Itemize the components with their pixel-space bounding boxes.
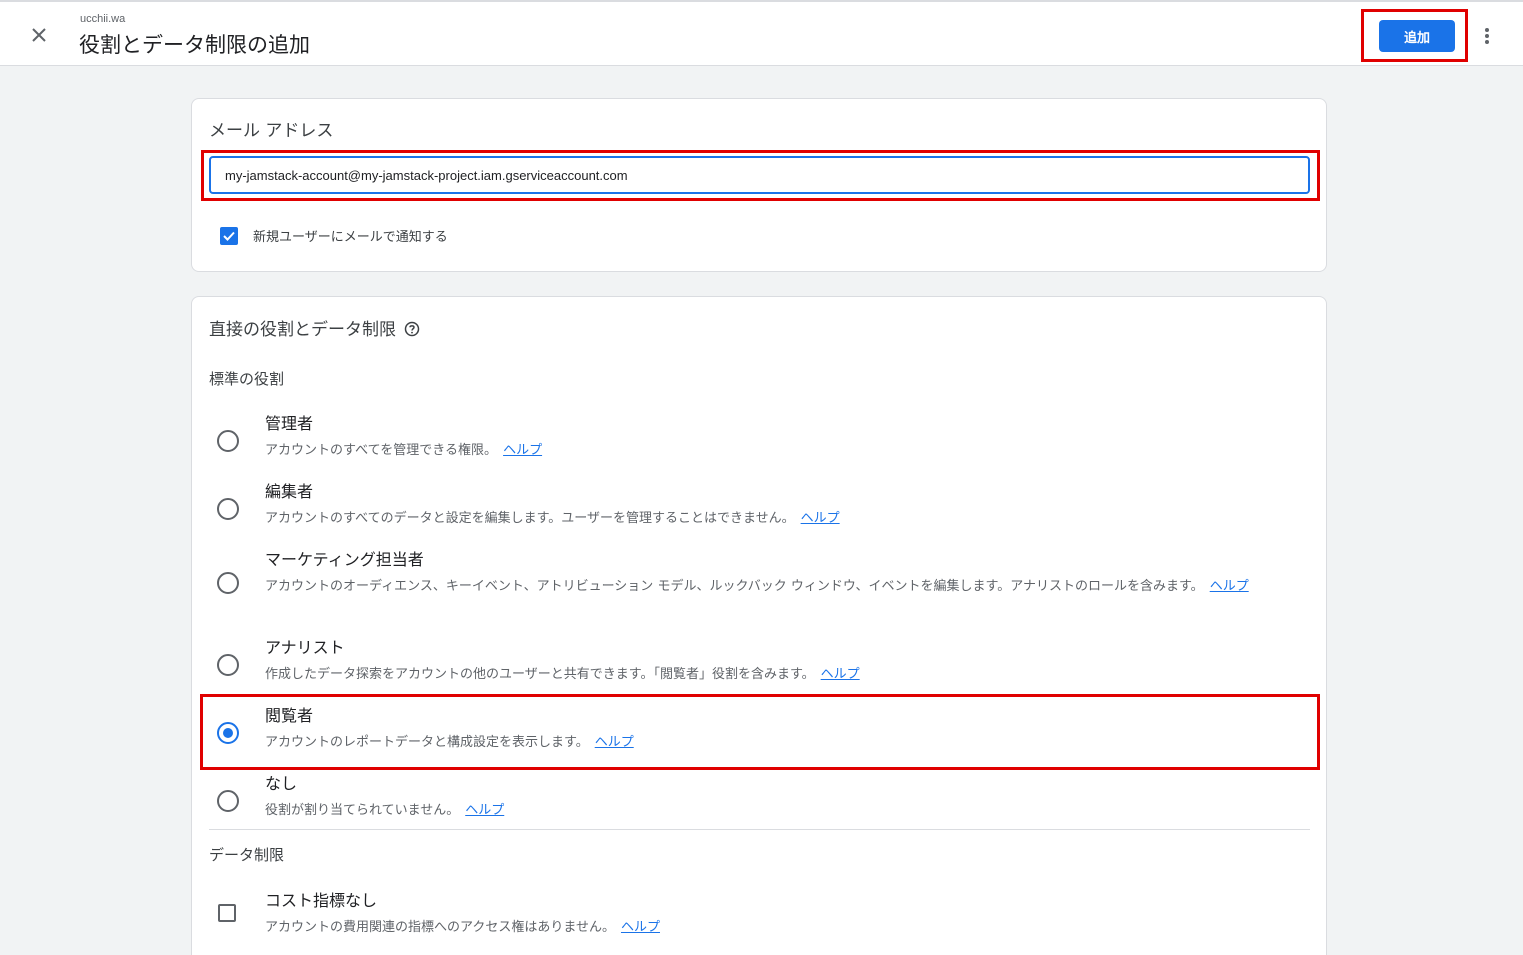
- role-option-none[interactable]: なし 役割が割り当てられていません。 ヘルプ: [192, 770, 1326, 838]
- role-description: アカウントのすべてのデータと設定を編集します。ユーザーを管理することはできません…: [265, 511, 840, 526]
- role-name: マーケティング担当者: [265, 550, 424, 569]
- notify-label: 新規ユーザーにメールで通知する: [253, 230, 448, 245]
- roles-section-title: 直接の役割とデータ制限: [209, 315, 420, 340]
- role-name: なし: [265, 774, 298, 793]
- top-bar: ucchii.wa 役割とデータ制限の追加 追加: [0, 0, 1523, 66]
- help-link[interactable]: ヘルプ: [801, 511, 840, 526]
- help-circle-icon[interactable]: [404, 321, 420, 337]
- role-option-admin[interactable]: 管理者 アカウントのすべてを管理できる権限。 ヘルプ: [192, 410, 1326, 478]
- role-name: 管理者: [265, 414, 314, 433]
- role-radio-selected[interactable]: [217, 722, 239, 744]
- role-radio[interactable]: [217, 572, 239, 594]
- help-link[interactable]: ヘルプ: [503, 443, 542, 458]
- role-description: 役割が割り当てられていません。 ヘルプ: [265, 803, 505, 818]
- role-option-viewer[interactable]: 閲覧者 アカウントのレポートデータと構成設定を表示します。 ヘルプ: [192, 702, 1326, 770]
- add-button[interactable]: 追加: [1379, 20, 1455, 52]
- role-name: 編集者: [265, 482, 314, 501]
- more-vert-icon[interactable]: [1474, 22, 1500, 50]
- restriction-description: アカウントの費用関連の指標へのアクセス権はありません。 ヘルプ: [265, 920, 660, 935]
- roles-card: 直接の役割とデータ制限 標準の役割 管理者 アカウントのすべてを管理できる権限。…: [191, 296, 1327, 955]
- role-radio[interactable]: [217, 790, 239, 812]
- role-name: アナリスト: [265, 638, 345, 657]
- email-field[interactable]: [209, 156, 1310, 194]
- email-card: メール アドレス 新規ユーザーにメールで通知する: [191, 98, 1327, 272]
- help-link[interactable]: ヘルプ: [821, 667, 860, 682]
- account-name: ucchii.wa: [80, 13, 126, 25]
- divider: [209, 829, 1310, 830]
- help-link[interactable]: ヘルプ: [621, 920, 660, 935]
- help-link[interactable]: ヘルプ: [1210, 579, 1249, 594]
- data-restrictions-label: データ制限: [209, 846, 285, 864]
- role-radio[interactable]: [217, 498, 239, 520]
- role-name: 閲覧者: [265, 706, 314, 725]
- restriction-checkbox[interactable]: [218, 904, 236, 922]
- standard-roles-label: 標準の役割: [209, 370, 285, 388]
- role-description: 作成したデータ探索をアカウントの他のユーザーと共有できます。「閲覧者」役割を含み…: [265, 667, 860, 682]
- role-description: アカウントのレポートデータと構成設定を表示します。 ヘルプ: [265, 735, 634, 750]
- role-option-marketer[interactable]: マーケティング担当者 アカウントのオーディエンス、キーイベント、アトリビューショ…: [192, 546, 1326, 626]
- notify-checkbox[interactable]: [220, 226, 238, 245]
- close-icon[interactable]: [24, 20, 54, 50]
- role-option-analyst[interactable]: アナリスト 作成したデータ探索をアカウントの他のユーザーと共有できます。「閲覧者…: [192, 634, 1326, 702]
- help-link[interactable]: ヘルプ: [465, 803, 504, 818]
- role-radio[interactable]: [217, 430, 239, 452]
- role-radio[interactable]: [217, 654, 239, 676]
- restriction-name: コスト指標なし: [265, 891, 378, 910]
- help-link[interactable]: ヘルプ: [595, 735, 634, 750]
- notify-checkbox-row[interactable]: 新規ユーザーにメールで通知する: [220, 226, 448, 245]
- role-description: アカウントのオーディエンス、キーイベント、アトリビューション モデル、ルックバッ…: [265, 579, 1249, 594]
- restriction-option-no-cost-metrics[interactable]: コスト指標なし アカウントの費用関連の指標へのアクセス権はありません。 ヘルプ: [192, 887, 1326, 955]
- page-title: 役割とデータ制限の追加: [79, 33, 310, 57]
- role-option-editor[interactable]: 編集者 アカウントのすべてのデータと設定を編集します。ユーザーを管理することはで…: [192, 478, 1326, 546]
- role-description: アカウントのすべてを管理できる権限。 ヘルプ: [265, 443, 543, 458]
- email-section-title: メール アドレス: [209, 121, 334, 141]
